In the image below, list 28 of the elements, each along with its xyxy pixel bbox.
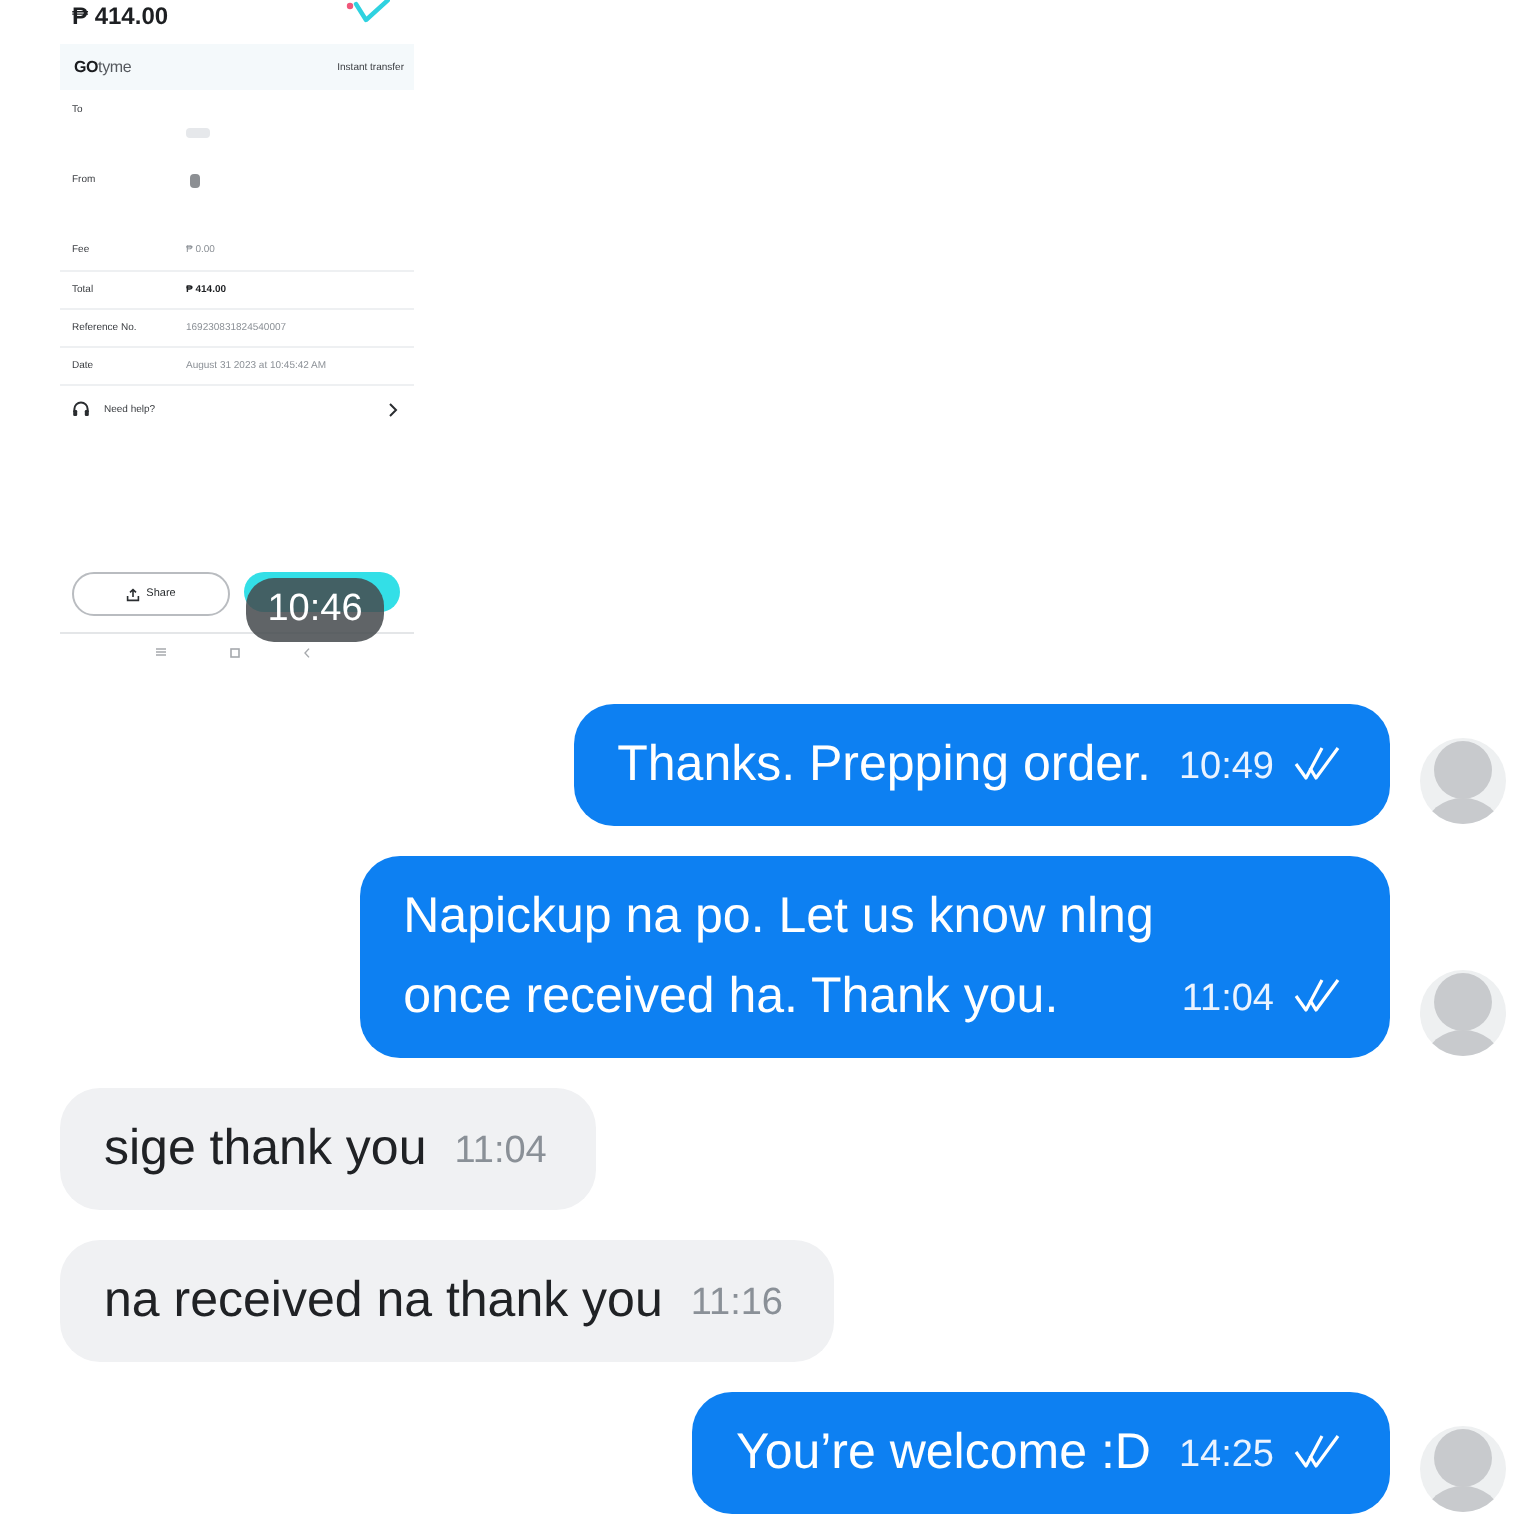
message-text: sige thank you xyxy=(104,1118,427,1180)
square-icon xyxy=(230,647,240,657)
double-check-icon xyxy=(1294,746,1340,782)
share-icon xyxy=(126,587,141,601)
avatar-icon xyxy=(1420,1426,1506,1512)
message-time: 11:04 xyxy=(454,1127,547,1175)
double-check-icon xyxy=(1294,978,1340,1014)
back-icon xyxy=(304,647,310,657)
message-text: Napickup na po. Let us know nlng once received ha. Thank you. xyxy=(403,886,1154,1028)
headset-icon xyxy=(72,400,90,418)
message-text: na received na thank you xyxy=(104,1270,663,1332)
message-time: 14:25 xyxy=(1178,1431,1274,1479)
receipt-amount: ₱ 414.00 xyxy=(72,0,169,32)
redacted-block xyxy=(186,128,210,138)
time-toast: 10:46 xyxy=(246,578,384,642)
message-time: 11:04 xyxy=(1181,975,1274,1023)
chevron-right-icon xyxy=(388,401,398,417)
message-time: 11:16 xyxy=(690,1279,783,1327)
double-check-icon xyxy=(1294,1434,1340,1470)
redacted-block xyxy=(190,174,200,188)
avatar-icon xyxy=(1420,738,1506,824)
brand-logo: GOtyme xyxy=(74,58,132,76)
message-text: Thanks. Prepping order. xyxy=(617,734,1151,796)
avatar-icon xyxy=(1420,970,1506,1056)
message-time: 10:49 xyxy=(1178,743,1274,791)
check-icon xyxy=(346,0,390,24)
message-text: You’re welcome :D xyxy=(735,1422,1151,1484)
menu-icon xyxy=(156,648,166,656)
